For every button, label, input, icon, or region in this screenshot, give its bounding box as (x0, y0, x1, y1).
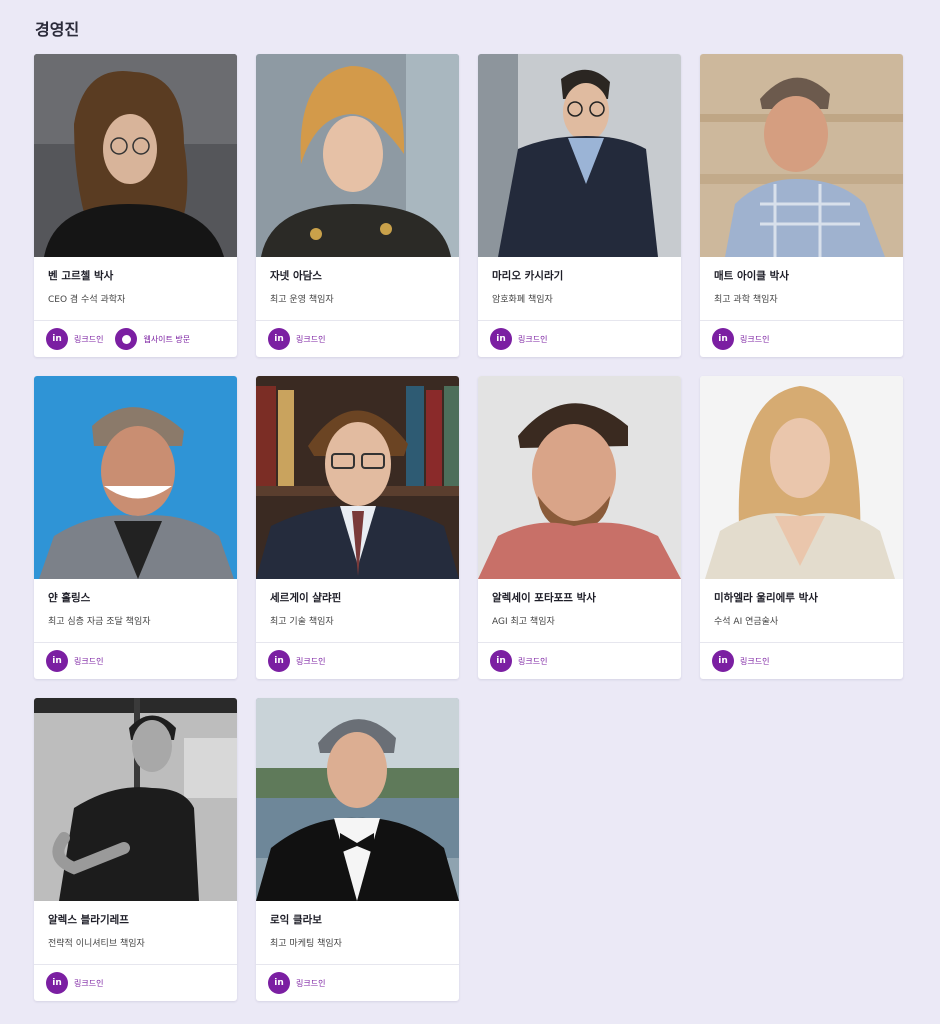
member-role: 최고 과학 책임자 (714, 295, 778, 305)
member-name: 세르게이 샬랴핀 (270, 592, 342, 604)
linkedin-label: 링크드인 (740, 334, 770, 344)
linkedin-icon: in (268, 650, 290, 672)
linkedin-label: 링크드인 (74, 656, 104, 666)
member-name: 얀 홀링스 (48, 592, 91, 604)
profile-photo (256, 376, 459, 579)
team-card: 세르게이 샬랴핀 최고 기술 책임자 in 링크드인 (256, 376, 459, 679)
member-role: 최고 기술 책임자 (270, 617, 334, 627)
linkedin-icon: in (46, 650, 68, 672)
member-links: in 링크드인 (34, 965, 237, 1001)
member-name: 미하엘라 울리에루 박사 (714, 592, 818, 604)
member-links: in 링크드인 (256, 321, 459, 357)
member-role: 전략적 이니셔티브 책임자 (48, 939, 145, 949)
member-info: 로익 클라보 최고 마케팅 책임자 (256, 901, 459, 965)
member-links: in 링크드인 (34, 643, 237, 679)
member-role: 최고 운영 책임자 (270, 295, 334, 305)
linkedin-link[interactable]: in 링크드인 (268, 328, 325, 350)
team-card: 벤 고르첼 박사 CEO 겸 수석 과학자 in 링크드인 웹사이트 방문 (34, 54, 237, 357)
member-role: 최고 심층 자금 조달 책임자 (48, 617, 151, 627)
member-links: in 링크드인 (256, 643, 459, 679)
member-links: in 링크드인 (700, 321, 903, 357)
linkedin-label: 링크드인 (296, 978, 326, 988)
team-card: 알렉세이 포타포프 박사 AGI 최고 책임자 in 링크드인 (478, 376, 681, 679)
linkedin-link[interactable]: in 링크드인 (712, 328, 769, 350)
linkedin-link[interactable]: in 링크드인 (712, 650, 769, 672)
website-label: 웹사이트 방문 (143, 334, 191, 344)
linkedin-label: 링크드인 (74, 978, 104, 988)
linkedin-link[interactable]: in 링크드인 (490, 328, 547, 350)
linkedin-label: 링크드인 (518, 656, 548, 666)
linkedin-icon: in (490, 328, 512, 350)
member-info: 알렉스 블라기레프 전략적 이니셔티브 책임자 (34, 901, 237, 965)
linkedin-icon: in (490, 650, 512, 672)
member-name: 자넷 아담스 (270, 270, 322, 282)
member-info: 세르게이 샬랴핀 최고 기술 책임자 (256, 579, 459, 643)
member-links: in 링크드인 (478, 321, 681, 357)
team-card: 매트 아이클 박사 최고 과학 책임자 in 링크드인 (700, 54, 903, 357)
member-name: 알렉세이 포타포프 박사 (492, 592, 596, 604)
profile-photo (256, 54, 459, 257)
linkedin-label: 링크드인 (296, 656, 326, 666)
profile-photo (700, 54, 903, 257)
linkedin-link[interactable]: in 링크드인 (46, 328, 103, 350)
member-info: 미하엘라 울리에루 박사 수석 AI 연금술사 (700, 579, 903, 643)
linkedin-icon: in (268, 328, 290, 350)
profile-photo (478, 376, 681, 579)
website-link[interactable]: 웹사이트 방문 (115, 328, 190, 350)
member-info: 알렉세이 포타포프 박사 AGI 최고 책임자 (478, 579, 681, 643)
member-info: 얀 홀링스 최고 심층 자금 조달 책임자 (34, 579, 237, 643)
team-card: 미하엘라 울리에루 박사 수석 AI 연금술사 in 링크드인 (700, 376, 903, 679)
linkedin-link[interactable]: in 링크드인 (490, 650, 547, 672)
team-card: 마리오 카시라기 암호화폐 책임자 in 링크드인 (478, 54, 681, 357)
member-links: in 링크드인 (256, 965, 459, 1001)
linkedin-icon: in (712, 650, 734, 672)
linkedin-link[interactable]: in 링크드인 (46, 650, 103, 672)
member-info: 매트 아이클 박사 최고 과학 책임자 (700, 257, 903, 321)
linkedin-icon: in (268, 972, 290, 994)
member-role: CEO 겸 수석 과학자 (48, 295, 126, 305)
member-name: 로익 클라보 (270, 914, 322, 926)
profile-photo (34, 698, 237, 901)
profile-photo (34, 54, 237, 257)
linkedin-link[interactable]: in 링크드인 (268, 972, 325, 994)
linkedin-link[interactable]: in 링크드인 (46, 972, 103, 994)
section-title: 경영진 (35, 20, 80, 39)
member-role: 수석 AI 연금술사 (714, 617, 779, 627)
member-role: AGI 최고 책임자 (492, 617, 555, 627)
profile-photo (34, 376, 237, 579)
member-info: 벤 고르첼 박사 CEO 겸 수석 과학자 (34, 257, 237, 321)
team-card: 얀 홀링스 최고 심층 자금 조달 책임자 in 링크드인 (34, 376, 237, 679)
globe-icon (115, 328, 138, 350)
linkedin-icon: in (46, 328, 68, 350)
member-links: in 링크드인 웹사이트 방문 (34, 321, 237, 357)
member-info: 마리오 카시라기 암호화폐 책임자 (478, 257, 681, 321)
team-card: 로익 클라보 최고 마케팅 책임자 in 링크드인 (256, 698, 459, 1001)
linkedin-label: 링크드인 (296, 334, 326, 344)
member-role: 최고 마케팅 책임자 (270, 939, 342, 949)
linkedin-icon: in (712, 328, 734, 350)
linkedin-label: 링크드인 (740, 656, 770, 666)
team-card: 알렉스 블라기레프 전략적 이니셔티브 책임자 in 링크드인 (34, 698, 237, 1001)
member-name: 알렉스 블라기레프 (48, 914, 129, 926)
linkedin-link[interactable]: in 링크드인 (268, 650, 325, 672)
team-card: 자넷 아담스 최고 운영 책임자 in 링크드인 (256, 54, 459, 357)
member-name: 벤 고르첼 박사 (48, 270, 114, 282)
profile-photo (478, 54, 681, 257)
member-info: 자넷 아담스 최고 운영 책임자 (256, 257, 459, 321)
linkedin-label: 링크드인 (74, 334, 104, 344)
profile-photo (700, 376, 903, 579)
member-links: in 링크드인 (700, 643, 903, 679)
team-grid: 벤 고르첼 박사 CEO 겸 수석 과학자 in 링크드인 웹사이트 방문 자넷… (34, 54, 903, 1001)
member-role: 암호화폐 책임자 (492, 295, 553, 305)
linkedin-label: 링크드인 (518, 334, 548, 344)
member-name: 마리오 카시라기 (492, 270, 564, 282)
member-links: in 링크드인 (478, 643, 681, 679)
member-name: 매트 아이클 박사 (714, 270, 789, 282)
profile-photo (256, 698, 459, 901)
linkedin-icon: in (46, 972, 68, 994)
